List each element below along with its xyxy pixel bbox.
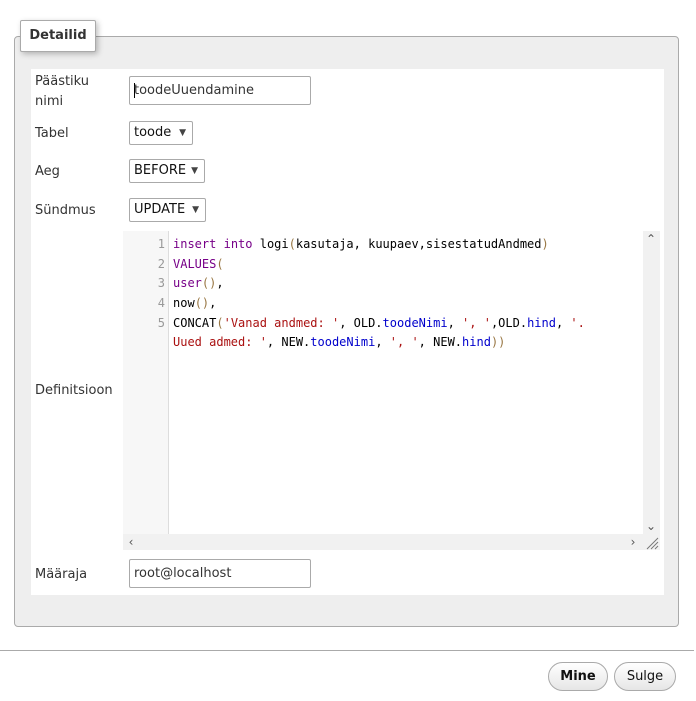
trigger-name-value: toodeUuendamine [134,83,254,98]
line-number: 3 [157,276,165,290]
chevron-down-icon: ▼ [192,205,199,215]
trigger-name-input[interactable]: toodeUuendamine [129,76,311,105]
event-select[interactable]: UPDATE ▼ [129,198,206,222]
event-label: Sündmus [35,203,96,218]
event-select-value: UPDATE [134,202,186,217]
line-number: 2 [157,257,165,271]
definer-input[interactable]: root@localhost [129,559,311,588]
definition-label: Definitsioon [35,383,113,398]
chevron-down-icon: ▼ [179,128,186,138]
chevron-right-icon[interactable]: › [625,534,641,550]
code-line-2: VALUES( [173,257,224,271]
line-number: 4 [157,296,165,310]
line-number-gutter: 1 2 3 4 5 [123,231,169,534]
definer-label: Määraja [35,567,88,582]
code-editor[interactable]: 1 2 3 4 5 insert into logi(kasutaja, kuu… [123,231,660,550]
horizontal-scrollbar[interactable]: ‹ › [123,534,643,550]
code-line-1: insert into logi(kasutaja, kuupaev,sises… [173,237,549,251]
table-select-value: toode [134,125,172,140]
table-label: Tabel [35,126,69,141]
code-line-5-wrap: Uued admed: ', NEW.toodeNimi, ', ', NEW.… [173,335,506,349]
footer-divider [0,650,694,651]
code-line-5: CONCAT('Vanad andmed: ', OLD.toodeNimi, … [173,316,585,330]
chevron-down-icon: ▼ [191,166,198,176]
code-line-3: user(), [173,276,224,290]
code-line-4: now(), [173,296,217,310]
time-select[interactable]: BEFORE ▼ [129,159,205,183]
go-button[interactable]: Mine [548,662,608,691]
chevron-up-icon[interactable]: ⌃ [643,231,659,247]
time-label: Aeg [35,164,60,179]
fieldset-legend: Detailid [20,20,96,52]
trigger-name-label: Päästiku nimi [35,74,90,109]
line-number: 5 [157,316,165,330]
vertical-scrollbar[interactable]: ⌃ ⌄ [643,231,660,534]
chevron-left-icon[interactable]: ‹ [123,534,139,550]
chevron-down-icon[interactable]: ⌄ [643,518,659,534]
line-number: 1 [157,237,165,251]
table-select[interactable]: toode ▼ [129,121,193,145]
time-select-value: BEFORE [134,163,187,178]
resize-grip-icon[interactable] [643,534,660,550]
close-button[interactable]: Sulge [614,662,676,691]
